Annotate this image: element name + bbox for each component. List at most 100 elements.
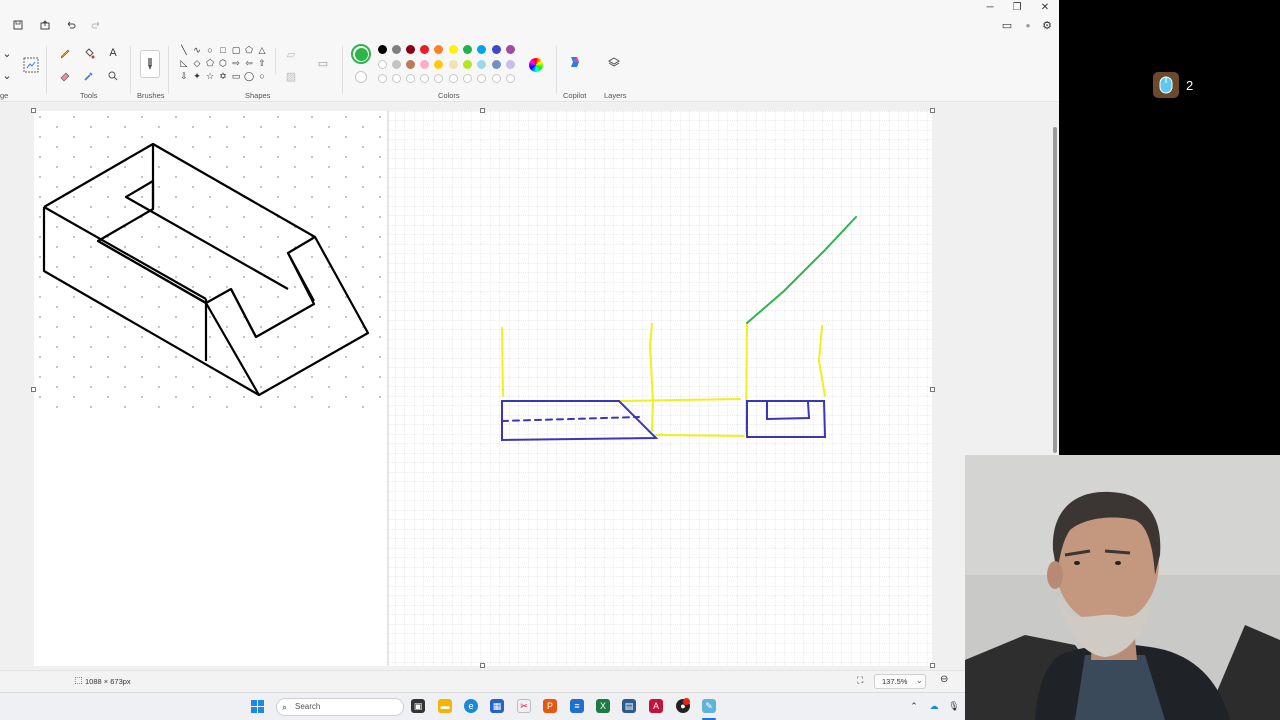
left-arrow-shape-icon[interactable]: ⇦ bbox=[244, 58, 254, 68]
custom-color-slot[interactable] bbox=[378, 74, 387, 83]
paint-icon[interactable]: ✎ bbox=[702, 699, 716, 713]
color-swatch[interactable] bbox=[463, 45, 472, 54]
color-swatch[interactable] bbox=[420, 45, 429, 54]
five-point-star-shape-icon[interactable]: ☆ bbox=[205, 71, 215, 81]
save-icon[interactable] bbox=[11, 18, 25, 32]
resize-handle[interactable] bbox=[480, 108, 485, 113]
color-picker-icon[interactable] bbox=[82, 69, 96, 83]
store-icon[interactable]: ▦ bbox=[490, 699, 504, 713]
color-swatch[interactable] bbox=[420, 60, 429, 69]
custom-color-slot[interactable] bbox=[449, 74, 458, 83]
chevron-down-icon[interactable]: ⌄ bbox=[0, 68, 14, 82]
taskbar-search[interactable]: ⌕ Search bbox=[276, 698, 404, 716]
color-swatch[interactable] bbox=[378, 45, 387, 54]
notepad-icon[interactable]: ≡ bbox=[570, 699, 584, 713]
gear-icon[interactable]: ⚙ bbox=[1040, 18, 1054, 32]
up-arrow-shape-icon[interactable]: ⇧ bbox=[257, 58, 267, 68]
edit-colors-icon[interactable] bbox=[529, 58, 543, 72]
resize-handle[interactable] bbox=[930, 663, 935, 668]
edge-icon[interactable]: e bbox=[464, 699, 478, 713]
fit-to-window-icon[interactable]: ⛶ bbox=[857, 675, 863, 686]
color-swatch[interactable] bbox=[392, 45, 401, 54]
undo-icon[interactable] bbox=[64, 18, 78, 32]
active-color-swatch[interactable] bbox=[351, 44, 371, 64]
hexagon-shape-icon[interactable]: ⬡ bbox=[218, 58, 228, 68]
pencil-icon[interactable] bbox=[58, 46, 72, 60]
minimize-button[interactable]: ─ bbox=[976, 0, 1004, 14]
fill-style-icon[interactable]: ▨ bbox=[284, 69, 298, 83]
eraser-icon[interactable] bbox=[58, 69, 72, 83]
cloud-callout-shape-icon[interactable]: ○ bbox=[257, 71, 267, 81]
secondary-color-swatch[interactable] bbox=[355, 71, 367, 83]
resize-handle[interactable] bbox=[480, 663, 485, 668]
chevron-down-icon[interactable]: ⌄ bbox=[0, 46, 14, 60]
task-view-icon[interactable]: ▣ bbox=[411, 699, 425, 713]
resize-handle[interactable] bbox=[31, 108, 36, 113]
restore-button[interactable]: ❐ bbox=[1003, 0, 1031, 14]
color-swatch[interactable] bbox=[406, 60, 415, 69]
shape-options-icon[interactable]: ▭ bbox=[316, 56, 330, 70]
file-explorer-icon[interactable]: ▬ bbox=[438, 699, 452, 713]
color-swatch[interactable] bbox=[378, 60, 387, 69]
color-swatch[interactable] bbox=[506, 60, 515, 69]
zoom-select[interactable]: 137.5% ⌄ bbox=[874, 674, 926, 689]
color-swatch[interactable] bbox=[449, 45, 458, 54]
color-swatch[interactable] bbox=[434, 60, 443, 69]
calculator-icon[interactable]: ▤ bbox=[622, 699, 636, 713]
custom-color-slot[interactable] bbox=[506, 74, 515, 83]
brush-icon[interactable] bbox=[140, 50, 160, 78]
magnifier-icon[interactable] bbox=[106, 69, 120, 83]
excel-icon[interactable]: X bbox=[596, 699, 610, 713]
close-button[interactable]: ✕ bbox=[1031, 0, 1059, 14]
image-select-icon[interactable] bbox=[22, 56, 40, 74]
oval-callout-shape-icon[interactable]: ◯ bbox=[244, 71, 254, 81]
line-shape-icon[interactable]: ╲ bbox=[179, 45, 189, 55]
resize-handle[interactable] bbox=[930, 108, 935, 113]
color-swatch[interactable] bbox=[434, 45, 443, 54]
acrobat-icon[interactable]: A bbox=[649, 699, 663, 713]
pentagon-shape-icon[interactable]: ⬠ bbox=[205, 58, 215, 68]
share-icon[interactable] bbox=[38, 18, 52, 32]
custom-color-slot[interactable] bbox=[406, 74, 415, 83]
microphone-icon[interactable]: 🎙 bbox=[947, 699, 961, 713]
custom-color-slot[interactable] bbox=[392, 74, 401, 83]
diamond-shape-icon[interactable]: ◇ bbox=[192, 58, 202, 68]
four-point-star-shape-icon[interactable]: ✦ bbox=[192, 71, 202, 81]
outline-icon[interactable]: ▱ bbox=[284, 47, 298, 61]
text-icon[interactable]: A bbox=[106, 46, 120, 60]
down-arrow-shape-icon[interactable]: ⇩ bbox=[179, 71, 189, 81]
snipping-tool-icon[interactable]: ✂ bbox=[517, 699, 531, 713]
right-arrow-shape-icon[interactable]: ⇨ bbox=[231, 58, 241, 68]
resize-handle[interactable] bbox=[31, 387, 36, 392]
onedrive-icon[interactable]: ☁ bbox=[927, 699, 941, 713]
color-swatch[interactable] bbox=[492, 60, 501, 69]
start-icon[interactable] bbox=[250, 699, 264, 713]
resize-handle[interactable] bbox=[930, 387, 935, 392]
color-swatch[interactable] bbox=[392, 60, 401, 69]
callout-shape-icon[interactable]: ▭ bbox=[231, 71, 241, 81]
color-swatch[interactable] bbox=[477, 45, 486, 54]
drawing-canvas[interactable] bbox=[34, 111, 932, 666]
polygon-shape-icon[interactable]: ⬠ bbox=[244, 45, 254, 55]
layers-icon[interactable] bbox=[607, 55, 621, 69]
custom-color-slot[interactable] bbox=[477, 74, 486, 83]
color-swatch[interactable] bbox=[463, 60, 472, 69]
right-triangle-shape-icon[interactable]: ◺ bbox=[179, 58, 189, 68]
color-swatch[interactable] bbox=[506, 45, 515, 54]
color-swatch[interactable] bbox=[477, 60, 486, 69]
powerpoint-icon[interactable]: P bbox=[543, 699, 557, 713]
zoom-out-icon[interactable]: ⊖ bbox=[940, 674, 948, 685]
fill-icon[interactable] bbox=[82, 46, 96, 60]
chevron-up-icon[interactable]: ⌃ bbox=[907, 699, 921, 713]
custom-color-slot[interactable] bbox=[463, 74, 472, 83]
custom-color-slot[interactable] bbox=[492, 74, 501, 83]
oval-shape-icon[interactable]: ○ bbox=[205, 45, 215, 55]
redo-icon[interactable] bbox=[89, 18, 103, 32]
color-swatch[interactable] bbox=[492, 45, 501, 54]
feedback-icon[interactable]: ▭ bbox=[1000, 18, 1014, 32]
six-point-star-shape-icon[interactable]: ✡ bbox=[218, 71, 228, 81]
rounded-rectangle-shape-icon[interactable]: ▢ bbox=[231, 45, 241, 55]
account-icon[interactable]: ● bbox=[1021, 18, 1035, 32]
vertical-scrollbar[interactable] bbox=[1053, 127, 1057, 453]
rectangle-shape-icon[interactable]: □ bbox=[218, 45, 228, 55]
